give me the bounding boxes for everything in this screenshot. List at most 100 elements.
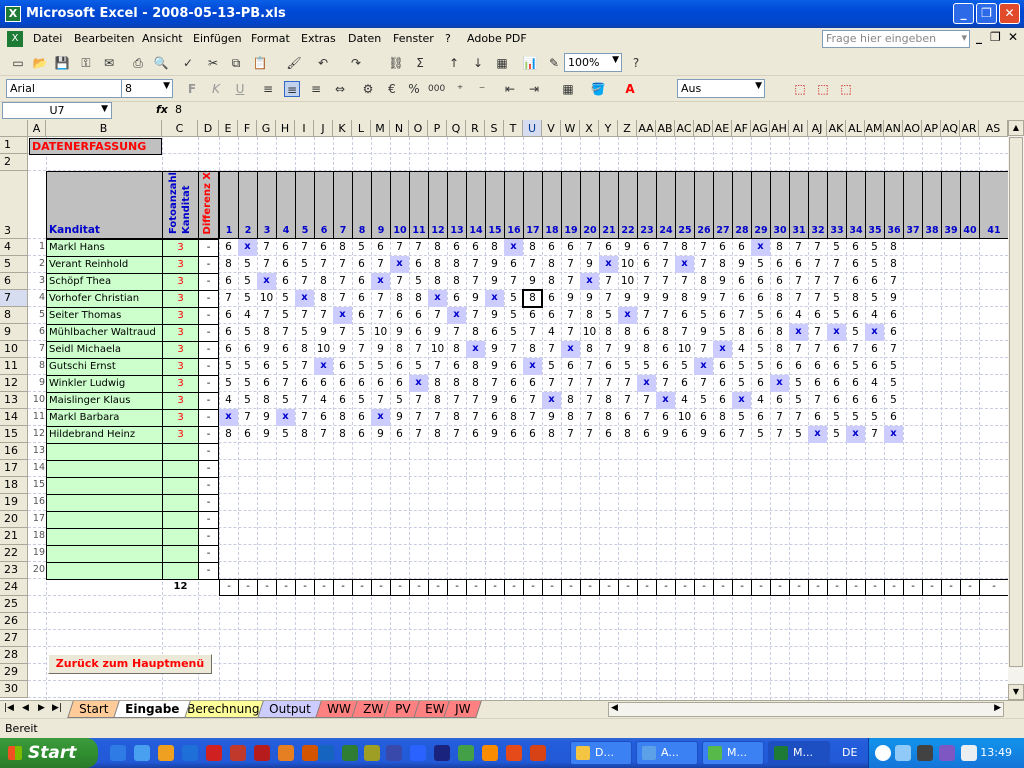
chevron-down-icon[interactable]: ▼ — [755, 81, 762, 91]
score-cell[interactable]: 7 — [314, 426, 333, 443]
excluded-mark[interactable]: x — [276, 409, 295, 426]
font-size-select[interactable]: 8 ▼ — [121, 79, 173, 98]
excluded-mark[interactable]: x — [808, 426, 827, 443]
score-cell[interactable]: 6 — [827, 341, 846, 358]
menu-bearbeiten[interactable]: Bearbeiten — [74, 32, 134, 45]
excluded-mark[interactable]: x — [865, 324, 884, 341]
quicklaunch-icon[interactable] — [134, 745, 150, 761]
score-cell[interactable]: 9 — [694, 324, 713, 341]
score-cell[interactable]: 4 — [542, 324, 561, 341]
score-cell[interactable]: 7 — [466, 256, 485, 273]
score-cell[interactable]: 8 — [770, 239, 789, 256]
column-header[interactable]: M — [371, 120, 390, 137]
score-cell[interactable]: 6 — [276, 341, 295, 358]
score-cell[interactable]: 4 — [789, 307, 808, 324]
score-cell[interactable]: 6 — [789, 256, 808, 273]
score-cell[interactable]: 6 — [846, 307, 865, 324]
score-cell[interactable]: 6 — [599, 239, 618, 256]
candidate-name-cell[interactable]: Winkler Ludwig — [46, 375, 163, 393]
score-cell[interactable]: 9 — [713, 273, 732, 290]
score-cell[interactable]: 6 — [390, 426, 409, 443]
minimize-button[interactable]: _ — [953, 3, 974, 24]
score-cell[interactable]: 5 — [219, 358, 238, 375]
tray-expand-icon[interactable] — [875, 745, 891, 761]
score-cell[interactable]: 6 — [865, 341, 884, 358]
candidate-name-cell[interactable]: Vorhofer Christian — [46, 290, 163, 308]
column-header[interactable]: AS — [979, 120, 1008, 137]
drawing-icon[interactable]: ✎ — [546, 55, 562, 71]
excluded-mark[interactable]: x — [295, 290, 314, 307]
score-cell[interactable]: 5 — [276, 392, 295, 409]
score-cell[interactable]: 6 — [732, 290, 751, 307]
score-cell[interactable]: 7 — [257, 256, 276, 273]
score-cell[interactable]: 9 — [561, 290, 580, 307]
score-cell[interactable]: 7 — [770, 426, 789, 443]
menu-format[interactable]: Format — [251, 32, 290, 45]
score-cell[interactable]: 7 — [561, 307, 580, 324]
column-header[interactable]: V — [542, 120, 561, 137]
align-right-icon[interactable]: ≡ — [308, 81, 324, 97]
column-header[interactable]: AB — [656, 120, 675, 137]
score-cell[interactable]: 7 — [238, 409, 257, 426]
row-header[interactable]: 27 — [0, 630, 28, 647]
excluded-mark[interactable]: x — [504, 239, 523, 256]
sheet-tab[interactable]: Eingabe — [113, 701, 192, 718]
worksheet-grid[interactable]: A B C D E F G H I J K L M N O P Q R S T U V W X Y Z AA AB AC AD AE AF AG… — [0, 120, 1008, 700]
photo-count-cell[interactable] — [162, 460, 199, 478]
score-cell[interactable]: 6 — [770, 273, 789, 290]
score-cell[interactable]: 7 — [694, 239, 713, 256]
quicklaunch-icon[interactable] — [302, 745, 318, 761]
score-cell[interactable]: 5 — [884, 358, 903, 375]
candidate-name-cell[interactable]: Schöpf Thea — [46, 273, 163, 291]
score-cell[interactable]: 9 — [485, 273, 504, 290]
score-cell[interactable]: 8 — [846, 290, 865, 307]
borders-icon[interactable]: ▦ — [560, 81, 576, 97]
score-cell[interactable]: 9 — [580, 290, 599, 307]
excluded-mark[interactable]: x — [409, 375, 428, 392]
score-cell[interactable]: 6 — [770, 256, 789, 273]
quicklaunch-icon[interactable] — [530, 745, 546, 761]
column-header[interactable]: E — [219, 120, 238, 137]
score-cell[interactable]: 8 — [580, 341, 599, 358]
score-cell[interactable]: 9 — [485, 358, 504, 375]
score-cell[interactable]: 7 — [257, 239, 276, 256]
score-cell[interactable]: 6 — [713, 358, 732, 375]
score-cell[interactable]: 7 — [789, 290, 808, 307]
score-cell[interactable]: 6 — [485, 324, 504, 341]
copy-icon[interactable]: ⧉ — [228, 55, 244, 71]
score-cell[interactable]: 6 — [371, 239, 390, 256]
score-cell[interactable]: 8 — [485, 239, 504, 256]
score-cell[interactable]: 5 — [865, 290, 884, 307]
vertical-scrollbar[interactable]: ▲ ▼ — [1008, 120, 1024, 700]
score-cell[interactable]: 10 — [580, 324, 599, 341]
excluded-mark[interactable]: x — [523, 358, 542, 375]
score-cell[interactable]: 6 — [352, 375, 371, 392]
score-cell[interactable]: 9 — [884, 290, 903, 307]
name-box[interactable]: U7 ▼ — [2, 102, 112, 119]
score-cell[interactable]: 6 — [314, 375, 333, 392]
euro-icon[interactable]: € — [384, 81, 400, 97]
score-cell[interactable]: 5 — [352, 358, 371, 375]
score-cell[interactable]: 6 — [770, 392, 789, 409]
score-cell[interactable]: 8 — [599, 324, 618, 341]
excluded-mark[interactable]: x — [428, 290, 447, 307]
row-header[interactable]: 8 — [0, 307, 28, 324]
score-cell[interactable]: 8 — [428, 256, 447, 273]
score-cell[interactable]: 7 — [808, 341, 827, 358]
excluded-mark[interactable]: x — [846, 426, 865, 443]
score-cell[interactable]: 6 — [276, 256, 295, 273]
score-cell[interactable]: 9 — [485, 307, 504, 324]
score-cell[interactable]: 6 — [257, 358, 276, 375]
score-cell[interactable]: 7 — [656, 375, 675, 392]
score-cell[interactable]: 6 — [257, 375, 276, 392]
merge-center-icon[interactable]: ⇔ — [332, 81, 348, 97]
photo-count-cell[interactable] — [162, 545, 199, 563]
score-cell[interactable]: 5 — [846, 358, 865, 375]
score-cell[interactable]: 7 — [637, 409, 656, 426]
score-cell[interactable]: 5 — [352, 324, 371, 341]
score-cell[interactable]: 5 — [865, 409, 884, 426]
score-cell[interactable]: 9 — [618, 341, 637, 358]
row-header[interactable]: 3 — [0, 171, 28, 239]
score-cell[interactable]: 6 — [390, 358, 409, 375]
score-cell[interactable]: 6 — [466, 426, 485, 443]
